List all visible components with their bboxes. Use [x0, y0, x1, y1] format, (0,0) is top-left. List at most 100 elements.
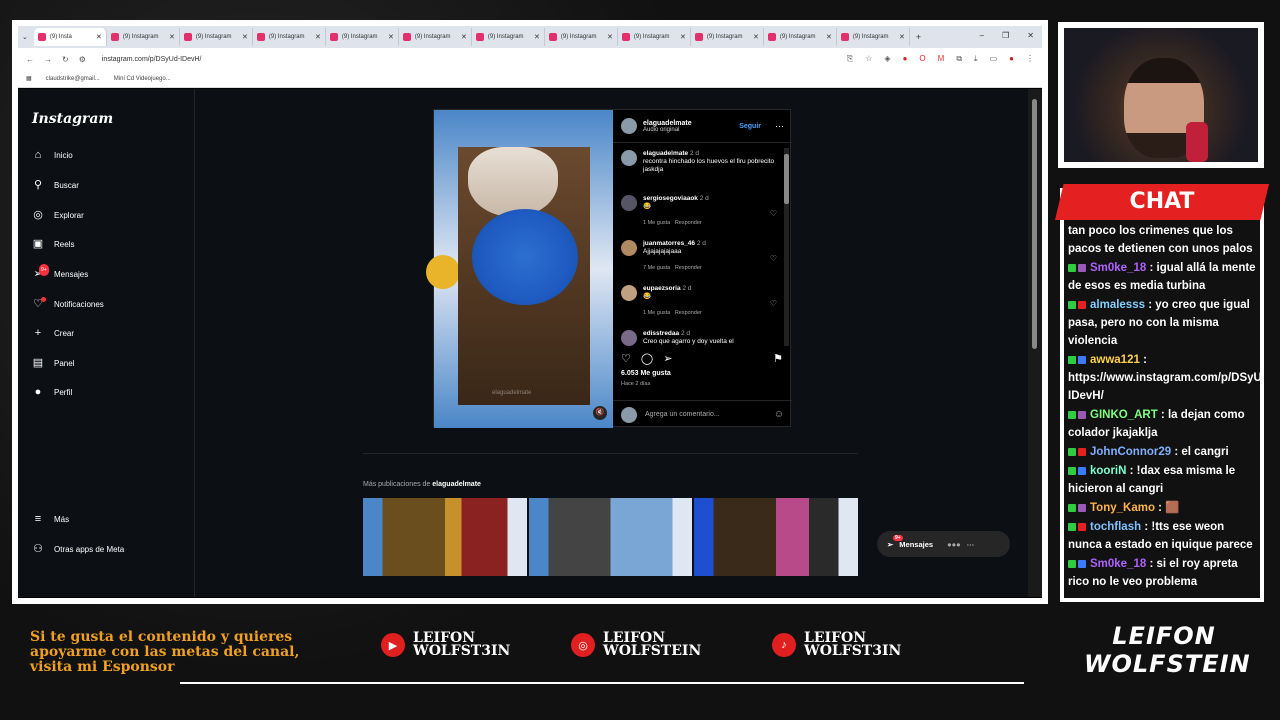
reply-button[interactable]: Responder: [675, 265, 702, 271]
browser-tab[interactable]: (9) Instagram ✕: [399, 28, 472, 46]
sidebar-item-panel[interactable]: ▤ Panel: [32, 357, 75, 369]
comment-like-icon[interactable]: ♡: [770, 299, 777, 308]
chat-username[interactable]: Tony_Kamo: [1090, 502, 1155, 514]
browser-tab[interactable]: (9) Instagram ✕: [837, 28, 910, 46]
browser-tab[interactable]: (9) Instagram ✕: [618, 28, 691, 46]
mute-icon[interactable]: 🔇: [593, 406, 607, 420]
thumbnail[interactable]: [363, 498, 527, 576]
save-bookmark-icon[interactable]: ⚑: [773, 352, 783, 365]
close-tab-icon[interactable]: ✕: [169, 33, 175, 41]
browser-tab[interactable]: (9) Instagram ✕: [545, 28, 618, 46]
sidebar-item-más[interactable]: ≡ Más: [32, 513, 69, 525]
sidebar-item-inicio[interactable]: ⌂ Inicio: [32, 149, 73, 161]
install-icon[interactable]: ⎘: [847, 54, 853, 64]
comment-user[interactable]: juanmatorres_46: [643, 240, 695, 247]
browser-tab[interactable]: (9) Instagram ✕: [107, 28, 180, 46]
browser-tab[interactable]: (9) Instagram ✕: [253, 28, 326, 46]
apps-grid-icon[interactable]: ▦: [26, 75, 32, 82]
comment-user[interactable]: edisstredaa: [643, 330, 679, 337]
messages-pill[interactable]: ➢ 9+ Mensajes ●●● ⋯: [877, 531, 1010, 557]
sidebar-item-otras-apps-de-meta[interactable]: ⚇ Otras apps de Meta: [32, 543, 124, 555]
browser-tab[interactable]: (9) Instagram ✕: [764, 28, 837, 46]
close-tab-icon[interactable]: ✕: [96, 33, 102, 41]
sidebar-item-reels[interactable]: ▣ Reels: [32, 238, 75, 250]
post-video[interactable]: elaguadelmate: [458, 147, 590, 405]
extension-red-icon[interactable]: ●: [903, 54, 908, 64]
comment-icon[interactable]: ◯: [641, 352, 653, 365]
close-tab-icon[interactable]: ✕: [534, 33, 540, 41]
avatar[interactable]: [621, 240, 637, 256]
caption-user[interactable]: elaguadelmate: [643, 150, 688, 157]
opera-icon[interactable]: O: [919, 54, 925, 64]
avatar[interactable]: [621, 285, 637, 301]
share-icon[interactable]: ➢: [663, 352, 672, 365]
sidebar-item-notificaciones[interactable]: ♡ Notificaciones: [32, 297, 104, 310]
profile-avatar-icon[interactable]: ●: [1009, 54, 1014, 64]
close-tab-icon[interactable]: ✕: [388, 33, 394, 41]
sidebar-item-explorar[interactable]: ◎ Explorar: [32, 209, 84, 221]
reload-icon[interactable]: ↻: [62, 55, 69, 64]
browser-tab[interactable]: (9) Instagram ✕: [472, 28, 545, 46]
page-scrollbar[interactable]: [1028, 89, 1042, 597]
download-icon[interactable]: ⤓: [974, 54, 978, 64]
browser-tab[interactable]: (9) Insta ✕: [33, 28, 107, 46]
sidebar-item-buscar[interactable]: ⚲ Buscar: [32, 179, 79, 191]
minimize-button[interactable]: –: [980, 31, 984, 40]
close-tab-icon[interactable]: ✕: [461, 33, 467, 41]
sidebar-item-crear[interactable]: + Crear: [32, 327, 74, 339]
sidebar-item-perfil[interactable]: ● Perfil: [32, 386, 73, 398]
forward-icon[interactable]: →: [44, 55, 52, 64]
maximize-button[interactable]: ❐: [1002, 31, 1009, 40]
comment-likes[interactable]: 7 Me gusta: [643, 265, 670, 271]
bookmark-star-icon[interactable]: ☆: [865, 54, 872, 64]
post-audio[interactable]: Audio original: [643, 127, 692, 133]
url-field[interactable]: instagram.com/p/DSyUd-IDevH/: [102, 56, 202, 63]
add-comment-input[interactable]: Agrega un comentario...: [645, 411, 720, 418]
comment-like-icon[interactable]: ♡: [770, 209, 777, 218]
puzzle-icon[interactable]: ⧉: [956, 54, 962, 64]
chat-username[interactable]: GINKO_ART: [1090, 409, 1158, 421]
thumbnail[interactable]: [528, 498, 693, 576]
comment-user[interactable]: sergiosegoviaaok: [643, 195, 698, 202]
browser-tab[interactable]: (9) Instagram ✕: [691, 28, 764, 46]
bookmark-minicd[interactable]: Mini Cd Videojuego...: [114, 76, 171, 82]
chat-username[interactable]: awwa121: [1090, 354, 1140, 366]
more-posts-user[interactable]: elaguadelmate: [432, 481, 481, 488]
browser-tab[interactable]: (9) Instagram ✕: [180, 28, 253, 46]
close-tab-icon[interactable]: ✕: [826, 33, 832, 41]
social-link-youtube[interactable]: ▶ LEIFON WOLFST3IN: [381, 631, 510, 658]
close-window-button[interactable]: ✕: [1027, 31, 1034, 40]
close-tab-icon[interactable]: ✕: [680, 33, 686, 41]
chat-username[interactable]: almalesss: [1090, 299, 1145, 311]
close-tab-icon[interactable]: ✕: [753, 33, 759, 41]
follow-button[interactable]: Seguir: [739, 123, 761, 130]
post-username[interactable]: elaguadelmate: [643, 120, 692, 127]
browser-menu-icon[interactable]: ⋮: [1026, 54, 1034, 64]
avatar[interactable]: [621, 118, 637, 134]
tab-search-icon[interactable]: ⌄: [22, 33, 28, 41]
reply-button[interactable]: Responder: [675, 310, 702, 316]
avatar[interactable]: [621, 150, 637, 166]
avatar[interactable]: [621, 195, 637, 211]
comments-scrollbar[interactable]: [784, 148, 789, 346]
post-media[interactable]: elaguadelmate 🔇: [426, 110, 613, 428]
close-tab-icon[interactable]: ✕: [315, 33, 321, 41]
extension-icon[interactable]: ◈: [884, 54, 890, 64]
like-heart-icon[interactable]: ♡: [621, 352, 631, 365]
emoji-icon[interactable]: ☺: [774, 409, 784, 420]
sidebar-item-mensajes[interactable]: ➢ 9+ Mensajes: [32, 264, 88, 280]
chat-username[interactable]: Sm0ke_18: [1090, 262, 1146, 274]
social-link-tiktok[interactable]: ♪ LEIFON WOLFST3IN: [772, 631, 901, 658]
site-info-icon[interactable]: ⚙: [79, 55, 86, 64]
chat-username[interactable]: Sm0ke_18: [1090, 558, 1146, 570]
close-tab-icon[interactable]: ✕: [899, 33, 905, 41]
gmail-ext-icon[interactable]: M: [938, 54, 945, 64]
new-tab-button[interactable]: +: [916, 32, 921, 42]
thumbnail[interactable]: [694, 498, 859, 576]
comment-like-icon[interactable]: ♡: [770, 254, 777, 263]
chat-username[interactable]: tochflash: [1090, 521, 1141, 533]
instagram-logo[interactable]: Instagram: [32, 111, 113, 127]
close-tab-icon[interactable]: ✕: [242, 33, 248, 41]
reply-button[interactable]: Responder: [675, 220, 702, 226]
chat-username[interactable]: JohnConnor29: [1090, 446, 1171, 458]
